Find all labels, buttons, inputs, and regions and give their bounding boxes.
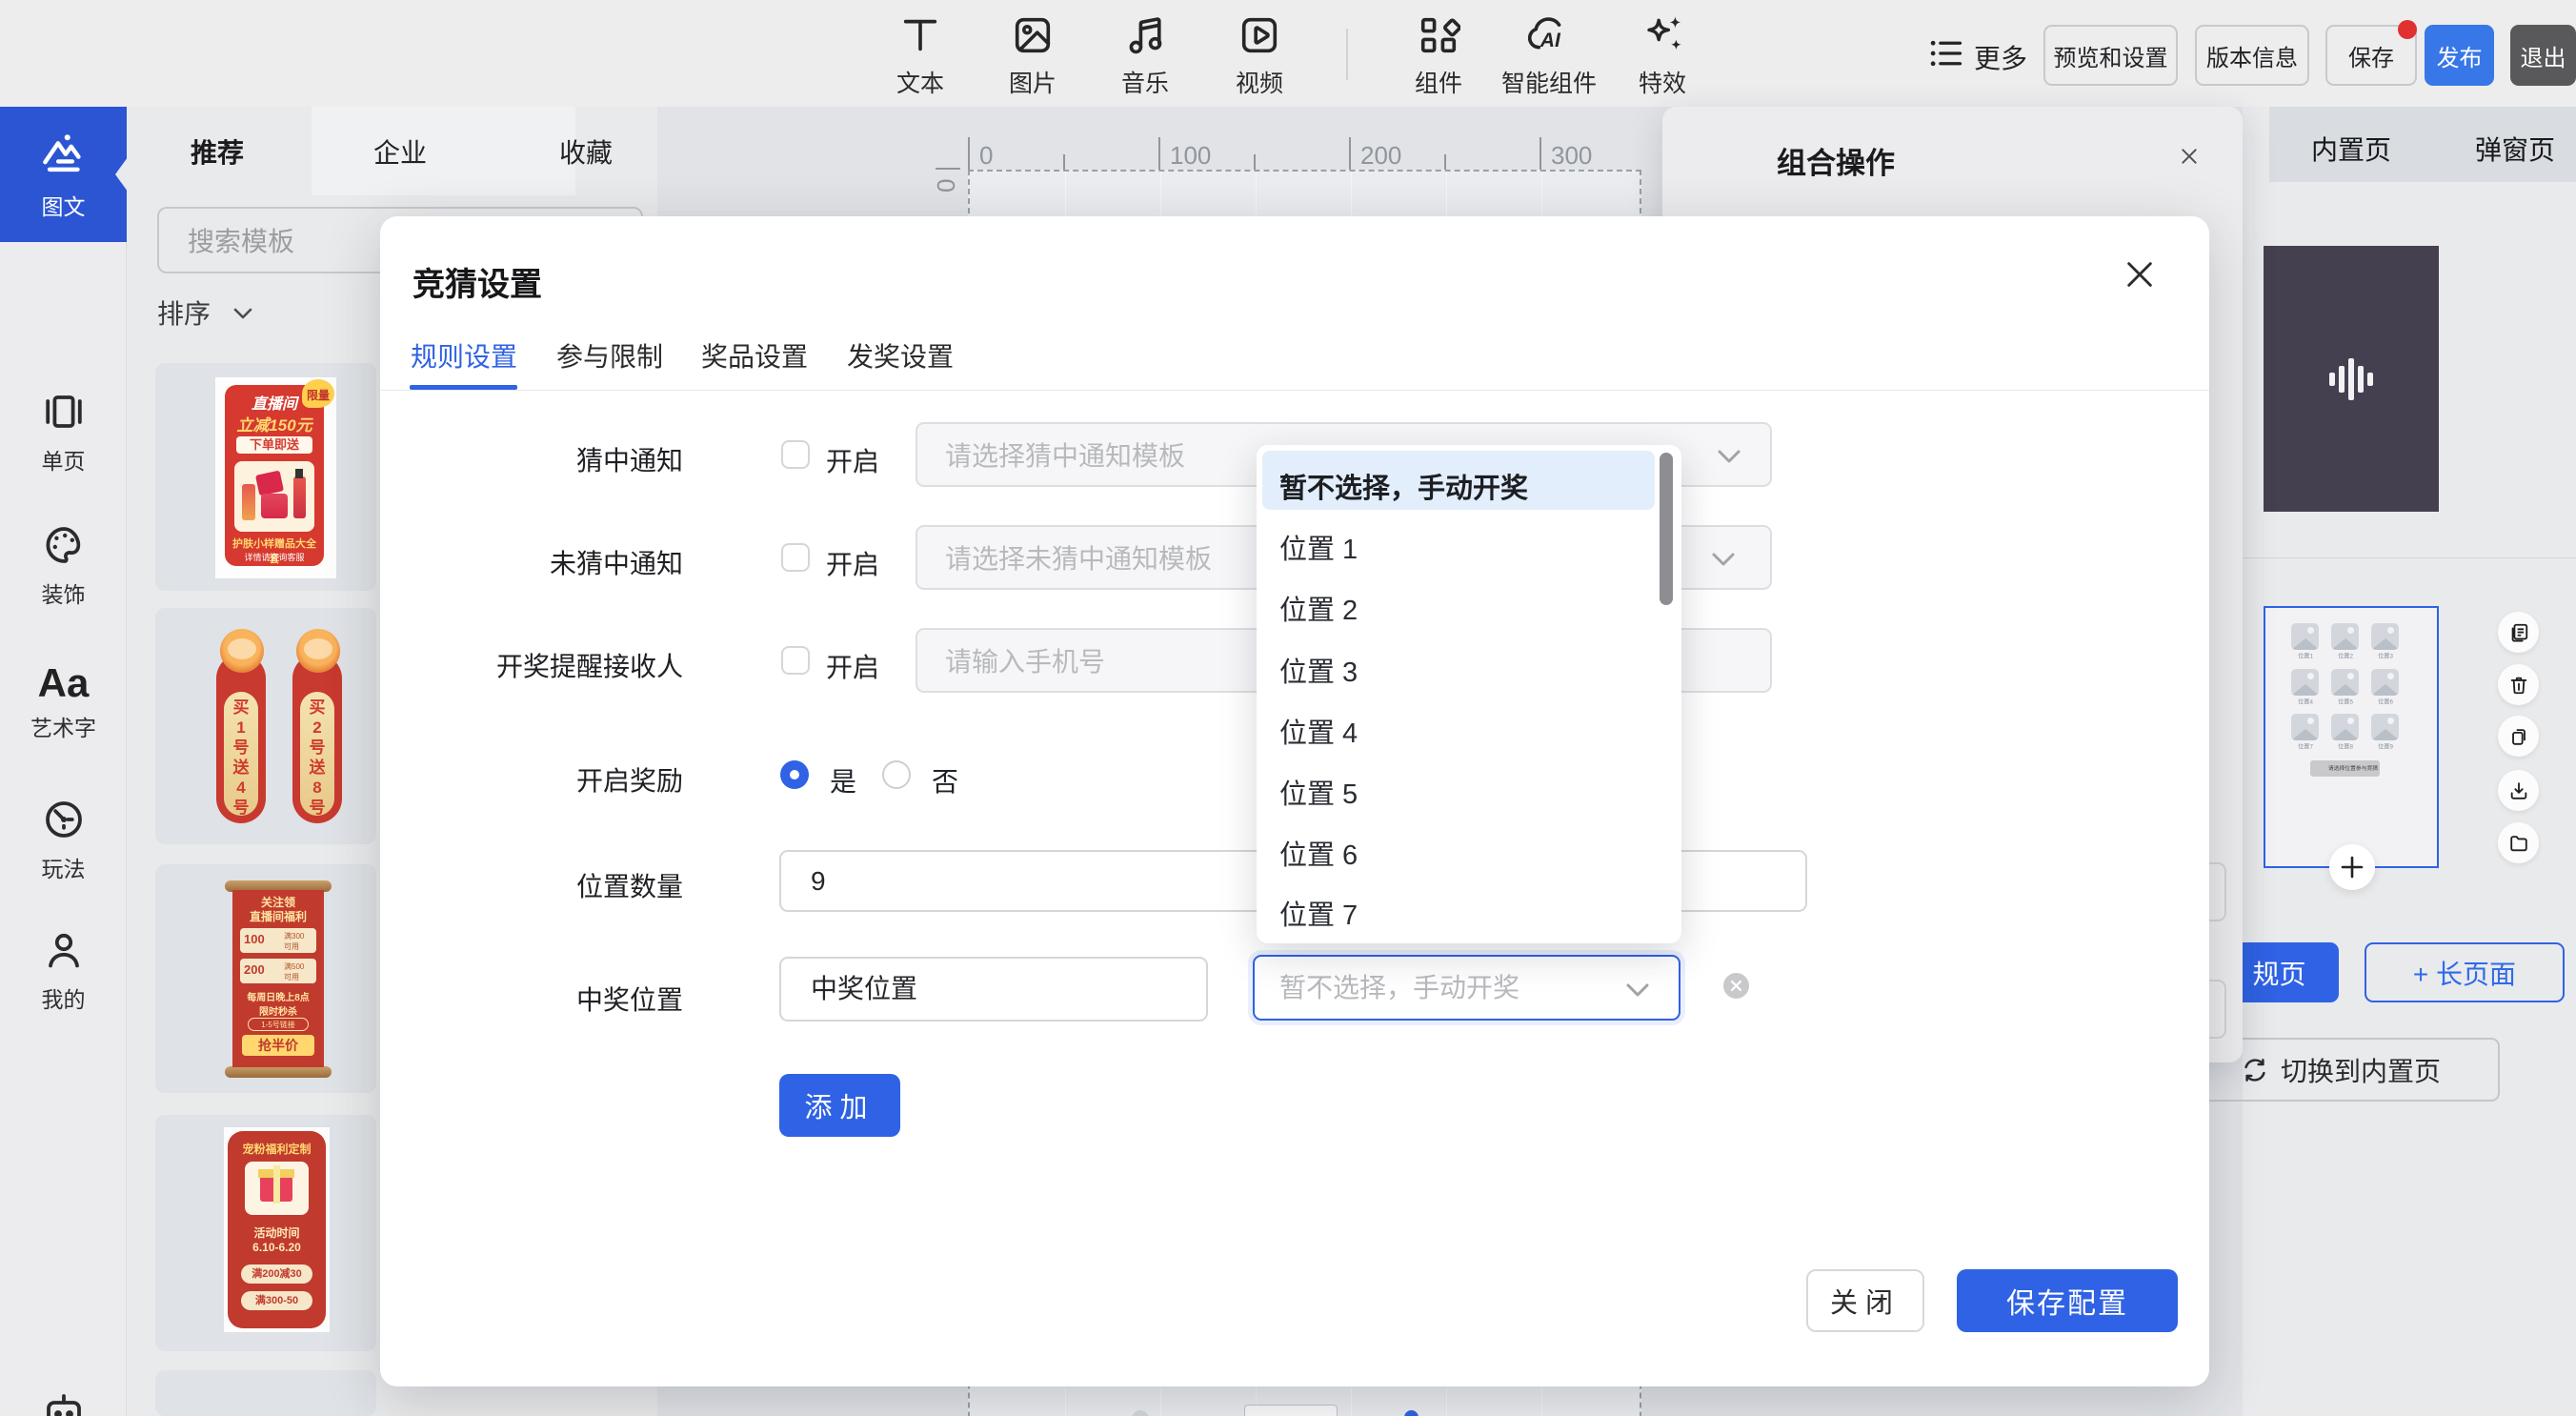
- svg-text:AI: AI: [1540, 30, 1561, 51]
